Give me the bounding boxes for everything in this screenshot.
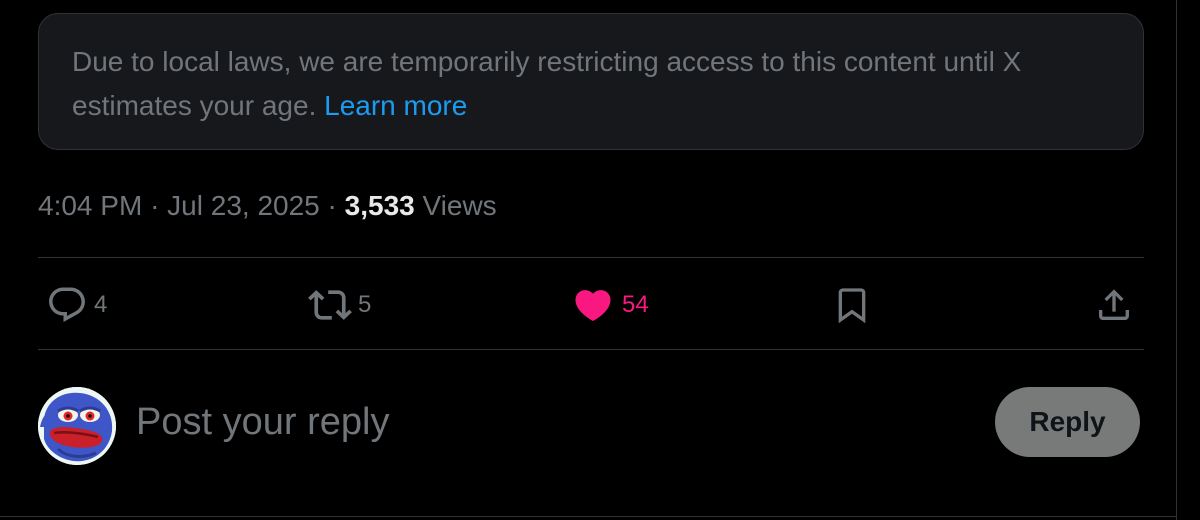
divider — [38, 257, 1144, 258]
learn-more-link[interactable]: Learn more — [324, 90, 467, 121]
reply-composer-input[interactable]: Post your reply — [136, 398, 936, 446]
repost-icon — [308, 283, 352, 327]
post-date[interactable]: Jul 23, 2025 — [167, 190, 320, 221]
share-action-button[interactable] — [1094, 282, 1134, 328]
repost-count: 5 — [358, 291, 372, 318]
user-avatar-pepe-icon — [38, 387, 116, 465]
divider — [38, 349, 1144, 350]
like-count: 54 — [622, 291, 649, 318]
bookmark-icon — [832, 284, 872, 326]
like-action-button[interactable]: 54 — [572, 282, 649, 328]
post-metadata: 4:04 PM · Jul 23, 2025 · 3,533 Views — [38, 186, 497, 226]
heart-icon — [572, 284, 614, 326]
post-time[interactable]: 4:04 PM — [38, 190, 142, 221]
age-restriction-notice: Due to local laws, we are temporarily re… — [38, 13, 1144, 150]
bookmark-action-button[interactable] — [832, 282, 872, 328]
bottom-border — [0, 516, 1177, 517]
repost-action-button[interactable]: 5 — [308, 282, 371, 328]
reply-count: 4 — [94, 291, 108, 318]
share-upload-icon — [1094, 284, 1134, 326]
meta-separator: · — [327, 190, 337, 221]
column-border — [1176, 0, 1177, 520]
post-detail-panel: Due to local laws, we are temporarily re… — [0, 0, 1200, 520]
reply-action-button[interactable]: 4 — [46, 282, 107, 328]
views-label: Views — [422, 190, 497, 221]
avatar[interactable] — [38, 387, 116, 465]
reply-submit-button[interactable]: Reply — [995, 387, 1140, 457]
notice-text: Due to local laws, we are temporarily re… — [72, 46, 1022, 121]
meta-separator: · — [150, 190, 160, 221]
reply-bubble-icon — [46, 284, 88, 326]
views-count: 3,533 — [344, 190, 415, 221]
